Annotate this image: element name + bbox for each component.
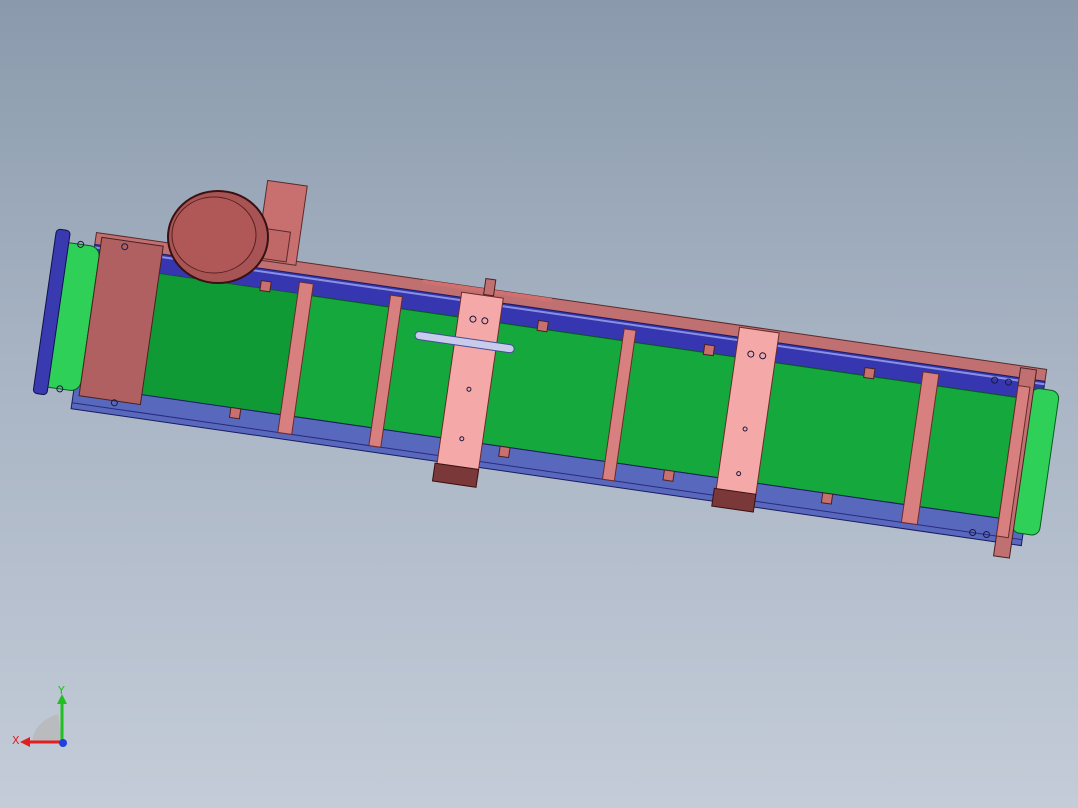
bracket bbox=[259, 279, 272, 293]
bracket bbox=[662, 469, 675, 482]
bracket bbox=[820, 492, 834, 505]
bracket bbox=[702, 343, 716, 357]
z-axis-dot bbox=[59, 739, 67, 747]
triad-plane-icon bbox=[32, 714, 62, 742]
bracket bbox=[863, 366, 876, 380]
belt-shade bbox=[133, 272, 300, 415]
rod-clamp bbox=[483, 277, 497, 297]
bracket bbox=[498, 445, 511, 459]
bracket bbox=[228, 406, 242, 420]
motor-face bbox=[171, 196, 257, 274]
x-axis-arrow bbox=[20, 737, 30, 747]
y-axis-label: Y bbox=[57, 684, 65, 697]
drive-motor[interactable] bbox=[167, 190, 269, 284]
cad-3d-viewport[interactable] bbox=[0, 0, 1078, 808]
axis-triad: Y X bbox=[12, 684, 67, 747]
x-axis-label: X bbox=[12, 734, 20, 747]
bracket bbox=[536, 319, 549, 333]
